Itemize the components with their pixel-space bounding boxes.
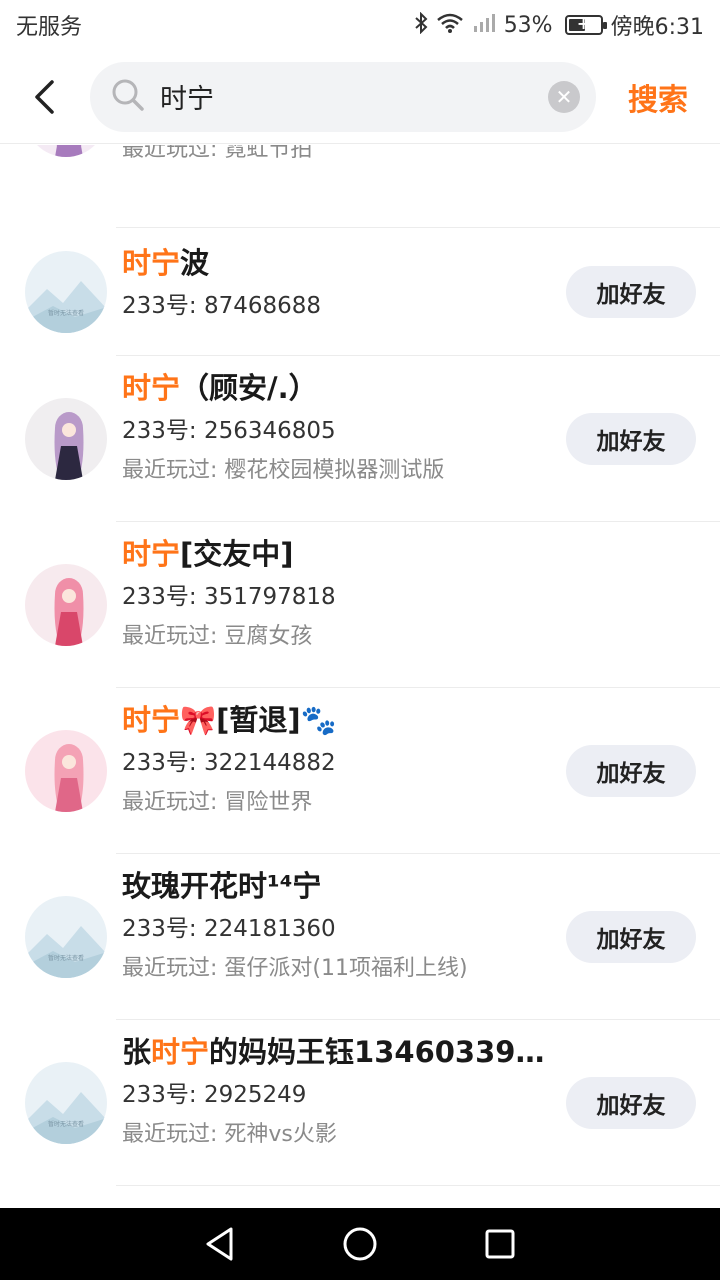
user-info: 时宁🎀[暂退]🐾 233号: 322144882 最近玩过: 冒险世界 xyxy=(122,700,550,818)
search-button[interactable]: 搜索 xyxy=(596,75,720,119)
list-item[interactable]: 暂时无法查看 时宁波 233号: 87468688 加好友 xyxy=(0,228,720,356)
name-text: [交友中] xyxy=(180,537,294,571)
avatar[interactable] xyxy=(25,398,107,480)
name-highlight: 时宁 xyxy=(122,703,181,737)
battery-icon: + xyxy=(564,14,607,35)
back-button[interactable] xyxy=(0,50,90,144)
divider xyxy=(116,1185,720,1186)
avatar[interactable] xyxy=(25,145,107,157)
square-recent-icon[interactable] xyxy=(470,1214,530,1274)
search-input[interactable] xyxy=(160,81,548,112)
result-list[interactable]: 233号: 130384997最近玩过: 霓虹节拍暂时无法查看时宁波233号: … xyxy=(0,145,720,1208)
user-name[interactable]: 时宁[交友中] xyxy=(122,534,550,574)
name-text: 张 xyxy=(122,1035,152,1069)
name-text: 🎀[暂退]🐾 xyxy=(180,703,337,737)
user-info: 张时宁的妈妈王钰134603395... 233号: 2925249 最近玩过: 死… xyxy=(122,1032,550,1150)
name-highlight: 时宁 xyxy=(122,246,181,280)
user-name[interactable]: 玫瑰开花时¹⁴宁 xyxy=(122,866,550,906)
system-nav-bar xyxy=(0,1208,720,1280)
add-friend-button[interactable]: 加好友 xyxy=(566,266,696,318)
svg-text:暂时无法查看: 暂时无法查看 xyxy=(48,309,84,317)
list-item[interactable]: 时宁（顾安/.） 233号: 256346805 最近玩过: 樱花校园模拟器测试版 加… xyxy=(0,356,720,522)
user-id: 233号: 224181360 xyxy=(122,916,336,942)
search-icon xyxy=(110,77,146,117)
name-highlight: 时宁 xyxy=(151,1035,210,1069)
signal-icon xyxy=(472,12,496,39)
search-header: ✕ 搜索 xyxy=(0,50,720,144)
user-id: 233号: 256346805 xyxy=(122,418,336,444)
user-name[interactable]: 时宁🎀[暂退]🐾 xyxy=(122,700,550,740)
bluetooth-icon xyxy=(414,11,428,39)
name-text: 波 xyxy=(180,246,210,280)
user-info: 时宁[交友中] 233号: 351797818 最近玩过: 豆腐女孩 xyxy=(122,534,550,652)
add-friend-button[interactable]: 加好友 xyxy=(566,745,696,797)
user-info: 时宁（顾安/.） 233号: 256346805 最近玩过: 樱花校园模拟器测试版 xyxy=(122,368,550,486)
add-friend-button[interactable]: 加好友 xyxy=(566,1077,696,1129)
add-friend-button[interactable]: 加好友 xyxy=(566,911,696,963)
status-bar: 无服务 53% + 傍晚6:31 xyxy=(0,0,720,50)
avatar[interactable] xyxy=(25,564,107,646)
user-name[interactable]: 时宁波 xyxy=(122,243,550,283)
circle-home-icon[interactable] xyxy=(330,1214,390,1274)
avatar[interactable]: 暂时无法查看 xyxy=(25,251,107,333)
recently-played: 最近玩过: 霓虹节拍 xyxy=(122,145,313,162)
name-text: 玫瑰开花时¹⁴宁 xyxy=(122,869,322,903)
recently-played: 最近玩过: 冒险世界 xyxy=(122,790,313,815)
avatar[interactable] xyxy=(25,730,107,812)
user-name[interactable]: 时宁（顾安/.） xyxy=(122,368,550,408)
user-id: 233号: 351797818 xyxy=(122,584,336,610)
list-item[interactable]: 233号: 130384997最近玩过: 霓虹节拍 xyxy=(0,145,720,228)
add-friend-button[interactable]: 加好友 xyxy=(566,413,696,465)
close-icon[interactable]: ✕ xyxy=(548,80,580,113)
search-box[interactable]: ✕ xyxy=(90,61,596,132)
name-highlight: 时宁 xyxy=(122,371,181,405)
recently-played: 最近玩过: 樱花校园模拟器测试版 xyxy=(122,458,445,483)
user-info: 玫瑰开花时¹⁴宁 233号: 224181360 最近玩过: 蛋仔派对(11项福利上… xyxy=(122,866,550,984)
svg-text:暂时无法查看: 暂时无法查看 xyxy=(48,954,84,962)
chevron-left-icon xyxy=(35,79,54,114)
avatar[interactable]: 暂时无法查看 xyxy=(25,1062,107,1144)
name-highlight: 时宁 xyxy=(122,537,181,571)
triangle-back-icon[interactable] xyxy=(190,1214,250,1274)
list-item[interactable]: 暂时无法查看 张时宁的妈妈王钰134603395... 233号: 2925249 最… xyxy=(0,1020,720,1186)
list-item[interactable]: 时宁🎀[暂退]🐾 233号: 322144882 最近玩过: 冒险世界 加好友 xyxy=(0,688,720,854)
clock: 傍晚6:31 xyxy=(610,15,704,40)
recently-played: 最近玩过: 蛋仔派对(11项福利上线) xyxy=(122,956,468,981)
user-info: 时宁波 233号: 87468688 xyxy=(122,243,550,321)
recently-played: 最近玩过: 死神vs火影 xyxy=(122,1122,337,1147)
status-icons: 53% + 傍晚6:31 xyxy=(414,9,704,41)
recently-played: 最近玩过: 豆腐女孩 xyxy=(122,624,313,649)
avatar[interactable]: 暂时无法查看 xyxy=(25,896,107,978)
user-name[interactable]: 张时宁的妈妈王钰134603395... xyxy=(122,1032,550,1072)
list-item[interactable]: 暂时无法查看 玫瑰开花时¹⁴宁 233号: 224181360 最近玩过: 蛋仔派对(… xyxy=(0,854,720,1020)
name-text: 的妈妈王钰134603395... xyxy=(209,1035,550,1069)
user-info: 233号: 130384997最近玩过: 霓虹节拍 xyxy=(122,145,550,165)
name-text: （顾安/.） xyxy=(180,371,318,405)
wifi-icon xyxy=(436,12,464,39)
user-id: 233号: 322144882 xyxy=(122,750,336,776)
carrier-label: 无服务 xyxy=(16,15,83,40)
svg-text:暂时无法查看: 暂时无法查看 xyxy=(48,1120,84,1128)
list-item[interactable]: 时宁[交友中] 233号: 351797818 最近玩过: 豆腐女孩 xyxy=(0,522,720,688)
user-id: 233号: 87468688 xyxy=(122,293,322,319)
user-id: 233号: 2925249 xyxy=(122,1082,307,1108)
battery-percent: 53% xyxy=(503,12,553,38)
